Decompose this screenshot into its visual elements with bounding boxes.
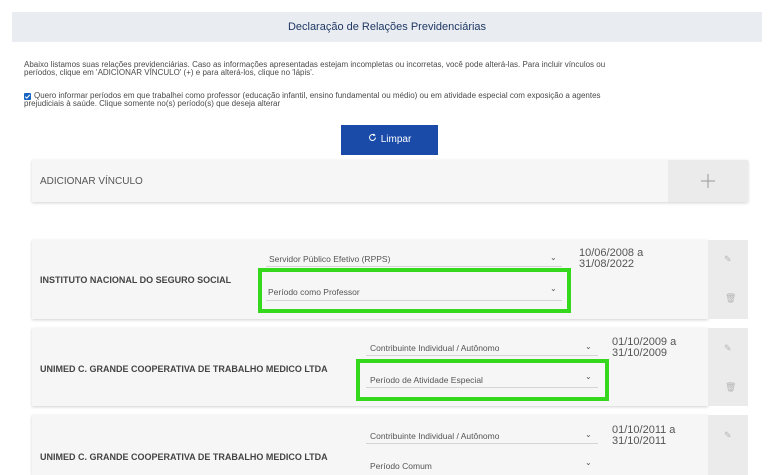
vinculo-type-select-2[interactable]: Contribuinte Individual / Autônomo <box>370 343 499 353</box>
vinculo-actions-2 <box>708 328 748 406</box>
refresh-icon <box>368 125 377 155</box>
vinculo-type-select-1[interactable]: Servidor Público Efetivo (RPPS) <box>269 254 390 264</box>
limpar-label: Limpar <box>380 134 412 145</box>
pencil-icon[interactable]: ✎ <box>724 343 732 354</box>
employer-name-3: UNIMED C. GRANDE COOPERATIVA DE TRABALHO… <box>40 452 328 462</box>
chevron-down-icon: ⌄ <box>585 372 592 381</box>
chevron-down-icon: ⌄ <box>585 430 592 439</box>
add-vinculo-label: ADICIONAR VÍNCULO <box>40 176 143 187</box>
select-underline <box>366 387 598 388</box>
chevron-down-icon: ⌄ <box>585 458 592 467</box>
trash-icon[interactable]: 🗑 <box>725 293 736 304</box>
chevron-down-icon: ⌄ <box>550 284 557 293</box>
add-vinculo-button[interactable] <box>668 160 748 202</box>
trash-icon[interactable]: 🗑 <box>725 382 736 393</box>
page-header: Declaração de Relações Previdenciárias <box>12 12 762 42</box>
vinculo-actions-1 <box>708 240 748 319</box>
pencil-icon[interactable]: ✎ <box>724 254 732 265</box>
pencil-icon[interactable]: ✎ <box>724 430 732 441</box>
select-underline <box>366 355 598 356</box>
period-select-2[interactable]: Período de Atividade Especial <box>370 375 483 385</box>
vinculo-date-end-1: 31/08/2022 <box>579 258 635 270</box>
vinculo-type-select-3[interactable]: Contribuinte Individual / Autônomo <box>370 431 499 441</box>
limpar-button[interactable]: Limpar <box>341 125 438 155</box>
vinculo-date-end-2: 31/10/2009 <box>612 347 668 359</box>
employer-name-2: UNIMED C. GRANDE COOPERATIVA DE TRABALHO… <box>40 364 328 374</box>
period-select-1[interactable]: Período como Professor <box>268 287 360 297</box>
select-underline <box>266 266 562 267</box>
checkbox-label-line2: prejudiciais à saúde. Clique somente no(… <box>24 99 281 108</box>
page-title: Declaração de Relações Previdenciárias <box>287 21 487 33</box>
select-underline <box>266 300 562 301</box>
chevron-down-icon: ⌄ <box>585 342 592 351</box>
plus-icon <box>701 174 715 188</box>
intro-text-line2: períodos, clique em 'ADICIONAR VÍNCULO' … <box>24 68 315 77</box>
vinculo-actions-3 <box>708 415 748 475</box>
vinculo-date-end-3: 31/10/2011 <box>612 435 667 447</box>
period-select-3[interactable]: Período Comum <box>370 461 432 471</box>
select-underline <box>366 443 598 444</box>
employer-name-1: INSTITUTO NACIONAL DO SEGURO SOCIAL <box>40 275 232 285</box>
chevron-down-icon: ⌄ <box>550 253 557 262</box>
